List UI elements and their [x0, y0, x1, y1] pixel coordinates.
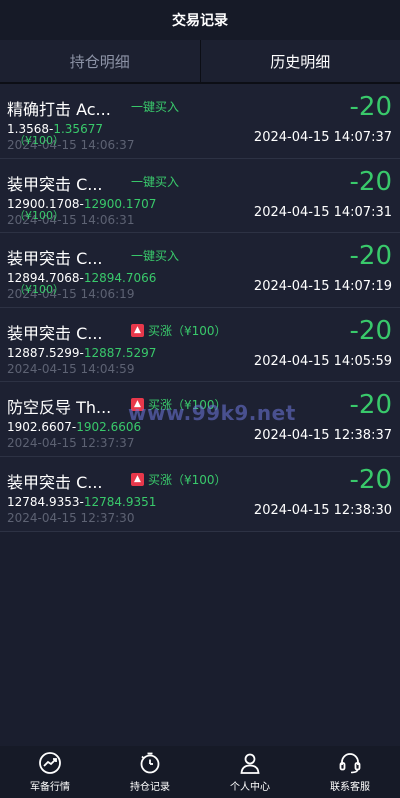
- bottom-nav: 军备行情 持仓记录 个人中心 联系客服: [0, 746, 400, 798]
- record-tag: 一键买入: [131, 173, 179, 190]
- record-prices: 12784.9353-12784.9351: [7, 495, 156, 509]
- record-prices: 12887.5299-12887.5297: [7, 346, 156, 360]
- open-price: 12784.9353: [7, 494, 80, 509]
- record-amount: -20: [349, 390, 392, 421]
- close-price: 12784.9351: [83, 494, 157, 509]
- arrow-up-icon: ▲: [131, 472, 144, 486]
- close-price: 12900.1707: [83, 196, 157, 211]
- record-name: 装甲突击 C...: [7, 174, 103, 194]
- close-time: 2024-04-15 14:05:59: [253, 353, 392, 369]
- record-row[interactable]: 装甲突击 C... 一键买入 -20 12900.1708-12900.1707…: [0, 158, 400, 234]
- record-amount: -20: [349, 464, 392, 495]
- record-tag-label: 一键买入: [131, 100, 180, 114]
- close-price: 12887.5297: [83, 345, 157, 360]
- record-stake: （¥100）: [14, 208, 64, 222]
- nav-item-market[interactable]: 军备行情: [0, 746, 100, 798]
- record-amount: -20: [349, 166, 392, 197]
- watermark: www.99k9.net: [128, 401, 296, 425]
- record-tag: 一键买入: [131, 98, 179, 115]
- record-name: 装甲突击 C...: [7, 323, 103, 343]
- tab-positions[interactable]: 持仓明细: [0, 40, 201, 82]
- record-row[interactable]: 装甲突击 C... ▲ 买涨（¥100） -20 12784.9353-12784…: [0, 456, 400, 532]
- nav-item-support[interactable]: 联系客服: [300, 746, 400, 798]
- record-stake: （¥100）: [14, 134, 64, 147]
- page-title: 交易记录: [172, 13, 228, 29]
- close-time: 2024-04-15 12:38:37: [253, 428, 392, 444]
- open-price: 1902.6607: [7, 420, 72, 435]
- record-list: 精确打击 Ac... 一键买入 -20 1.3568-1.35677 2024-…: [0, 84, 400, 532]
- record-name: 装甲突击 C...: [7, 249, 103, 269]
- close-time: 2024-04-15 12:38:30: [253, 502, 392, 518]
- nav-item-market-label: 军备行情: [30, 782, 70, 793]
- nav-item-positions-label: 持仓记录: [130, 782, 170, 793]
- record-amount: -20: [349, 241, 392, 272]
- record-tag: ▲ 买涨（¥100）: [131, 471, 227, 488]
- open-price: 12887.5299: [7, 345, 80, 360]
- record-tag: ▲ 买涨（¥100）: [131, 322, 227, 339]
- record-prices: 1902.6607-1902.6606: [7, 420, 141, 434]
- tab-history-label: 历史明细: [270, 52, 331, 71]
- nav-item-profile[interactable]: 个人中心: [200, 746, 300, 798]
- close-time: 2024-04-15 14:07:37: [253, 130, 392, 145]
- nav-item-support-label: 联系客服: [330, 782, 370, 793]
- record-tag: 一键买入: [131, 247, 179, 264]
- record-name: 装甲突击 C...: [7, 472, 103, 492]
- tab-positions-label: 持仓明细: [69, 52, 130, 71]
- record-amount: -20: [349, 92, 392, 122]
- record-tag-label: 买涨（¥100）: [148, 472, 227, 487]
- market-trend-icon: [38, 751, 62, 775]
- record-amount: -20: [349, 315, 392, 346]
- open-time: 2024-04-15 12:37:30: [7, 510, 135, 525]
- arrow-up-icon: ▲: [131, 323, 144, 337]
- user-icon: [238, 751, 262, 775]
- close-time: 2024-04-15 14:07:31: [253, 204, 392, 220]
- record-tag-label: 一键买入: [131, 249, 180, 264]
- record-stake: （¥100）: [14, 283, 64, 297]
- open-time: 2024-04-15 12:37:37: [7, 436, 135, 451]
- headset-icon: [338, 751, 362, 775]
- nav-item-profile-label: 个人中心: [230, 782, 270, 793]
- record-row[interactable]: 装甲突击 C... ▲ 买涨（¥100） -20 12887.5299-12887…: [0, 307, 400, 383]
- record-tag-label: 买涨（¥100）: [148, 323, 227, 338]
- record-row[interactable]: 精确打击 Ac... 一键买入 -20 1.3568-1.35677 2024-…: [0, 84, 400, 159]
- nav-item-positions[interactable]: 持仓记录: [100, 746, 200, 798]
- record-name: 精确打击 Ac...: [7, 100, 111, 119]
- tab-bar: 持仓明细 历史明细: [0, 40, 400, 84]
- record-tag-label: 一键买入: [131, 174, 180, 189]
- record-row[interactable]: 装甲突击 C... 一键买入 -20 12894.7068-12894.7066…: [0, 233, 400, 308]
- tab-history[interactable]: 历史明细: [201, 40, 400, 82]
- open-time: 2024-04-15 14:04:59: [7, 361, 135, 376]
- close-price: 12894.7066: [83, 271, 157, 286]
- close-time: 2024-04-15 14:07:19: [253, 279, 392, 295]
- stopwatch-icon: [138, 751, 162, 775]
- record-name: 防空反导 Th...: [7, 398, 112, 418]
- page-header: 交易记录: [0, 0, 400, 40]
